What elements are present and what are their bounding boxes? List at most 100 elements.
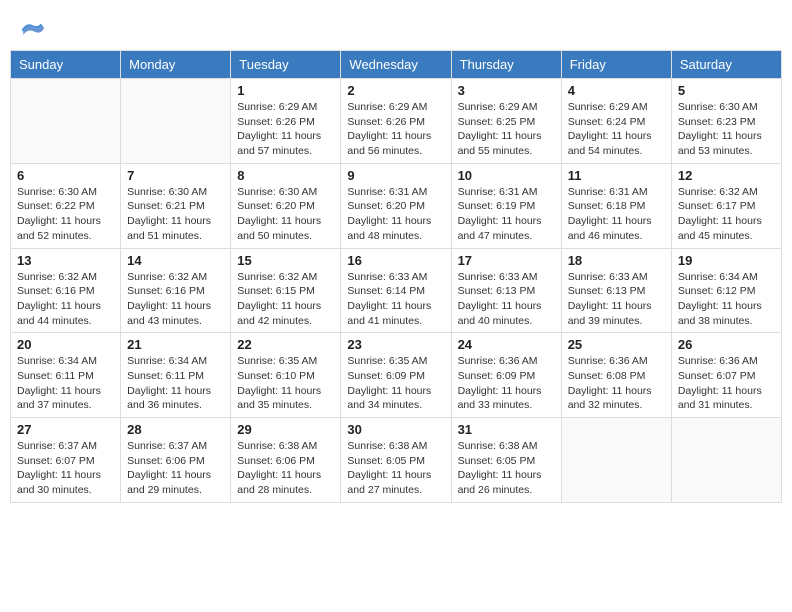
day-info: Sunrise: 6:38 AMSunset: 6:05 PMDaylight:… bbox=[458, 439, 555, 498]
day-number: 4 bbox=[568, 83, 665, 98]
day-info: Sunrise: 6:29 AMSunset: 6:25 PMDaylight:… bbox=[458, 100, 555, 159]
day-number: 6 bbox=[17, 168, 114, 183]
day-number: 24 bbox=[458, 337, 555, 352]
day-info: Sunrise: 6:32 AMSunset: 6:16 PMDaylight:… bbox=[17, 270, 114, 329]
day-info: Sunrise: 6:37 AMSunset: 6:07 PMDaylight:… bbox=[17, 439, 114, 498]
calendar-cell: 9Sunrise: 6:31 AMSunset: 6:20 PMDaylight… bbox=[341, 163, 451, 248]
day-info: Sunrise: 6:35 AMSunset: 6:10 PMDaylight:… bbox=[237, 354, 334, 413]
day-number: 16 bbox=[347, 253, 444, 268]
day-number: 19 bbox=[678, 253, 775, 268]
calendar-cell: 26 Sunrise: 6:36 AMSunset: 6:07 PMDayligh… bbox=[671, 333, 781, 418]
day-info: Sunrise: 6:31 AMSunset: 6:20 PMDaylight:… bbox=[347, 185, 444, 244]
calendar-cell: 7 Sunrise: 6:30 AMSunset: 6:21 PMDaylight… bbox=[121, 163, 231, 248]
day-number: 25 bbox=[568, 337, 665, 352]
calendar-cell: 10 Sunrise: 6:31 AMSunset: 6:19 PMDayligh… bbox=[451, 163, 561, 248]
day-number: 28 bbox=[127, 422, 224, 437]
calendar-cell bbox=[11, 79, 121, 164]
day-info: Sunrise: 6:32 AMSunset: 6:15 PMDaylight:… bbox=[237, 270, 334, 329]
day-number: 21 bbox=[127, 337, 224, 352]
calendar-cell: 17 Sunrise: 6:33 AMSunset: 6:13 PMDayligh… bbox=[451, 248, 561, 333]
calendar-cell: 15 Sunrise: 6:32 AMSunset: 6:15 PMDayligh… bbox=[231, 248, 341, 333]
day-number: 5 bbox=[678, 83, 775, 98]
calendar-cell: 3 Sunrise: 6:29 AMSunset: 6:25 PMDaylight… bbox=[451, 79, 561, 164]
day-info: Sunrise: 6:36 AMSunset: 6:07 PMDaylight:… bbox=[678, 354, 775, 413]
calendar-cell: 2 Sunrise: 6:29 AMSunset: 6:26 PMDaylight… bbox=[341, 79, 451, 164]
weekday-header: Sunday bbox=[11, 51, 121, 79]
day-number: 18 bbox=[568, 253, 665, 268]
day-number: 17 bbox=[458, 253, 555, 268]
day-info: Sunrise: 6:37 AMSunset: 6:06 PMDaylight:… bbox=[127, 439, 224, 498]
day-number: 11 bbox=[568, 168, 665, 183]
calendar-cell: 20 Sunrise: 6:34 AMSunset: 6:11 PMDayligh… bbox=[11, 333, 121, 418]
day-number: 20 bbox=[17, 337, 114, 352]
day-number: 12 bbox=[678, 168, 775, 183]
day-number: 2 bbox=[347, 83, 444, 98]
day-number: 8 bbox=[237, 168, 334, 183]
day-info: Sunrise: 6:34 AMSunset: 6:11 PMDaylight:… bbox=[127, 354, 224, 413]
calendar-cell: 30 Sunrise: 6:38 AMSunset: 6:05 PMDayligh… bbox=[341, 418, 451, 503]
day-number: 10 bbox=[458, 168, 555, 183]
day-info: Sunrise: 6:29 AMSunset: 6:24 PMDaylight:… bbox=[568, 100, 665, 159]
day-info: Sunrise: 6:30 AMSunset: 6:20 PMDaylight:… bbox=[237, 185, 334, 244]
calendar-cell bbox=[671, 418, 781, 503]
calendar-cell bbox=[561, 418, 671, 503]
calendar-cell: 1 Sunrise: 6:29 AMSunset: 6:26 PMDaylight… bbox=[231, 79, 341, 164]
calendar-cell: 29 Sunrise: 6:38 AMSunset: 6:06 PMDayligh… bbox=[231, 418, 341, 503]
logo-icon bbox=[20, 20, 44, 40]
weekday-header: Friday bbox=[561, 51, 671, 79]
calendar-cell: 23 Sunrise: 6:35 AMSunset: 6:09 PMDayligh… bbox=[341, 333, 451, 418]
day-number: 15 bbox=[237, 253, 334, 268]
day-number: 1 bbox=[237, 83, 334, 98]
calendar-cell: 14 Sunrise: 6:32 AMSunset: 6:16 PMDayligh… bbox=[121, 248, 231, 333]
calendar-cell: 11 Sunrise: 6:31 AMSunset: 6:18 PMDayligh… bbox=[561, 163, 671, 248]
day-info: Sunrise: 6:30 AMSunset: 6:23 PMDaylight:… bbox=[678, 100, 775, 159]
day-info: Sunrise: 6:30 AMSunset: 6:22 PMDaylight:… bbox=[17, 185, 114, 244]
calendar-cell: 19 Sunrise: 6:34 AMSunset: 6:12 PMDayligh… bbox=[671, 248, 781, 333]
calendar-cell: 31Sunrise: 6:38 AMSunset: 6:05 PMDayligh… bbox=[451, 418, 561, 503]
calendar-cell: 22 Sunrise: 6:35 AMSunset: 6:10 PMDayligh… bbox=[231, 333, 341, 418]
calendar-cell: 24 Sunrise: 6:36 AMSunset: 6:09 PMDayligh… bbox=[451, 333, 561, 418]
day-info: Sunrise: 6:32 AMSunset: 6:17 PMDaylight:… bbox=[678, 185, 775, 244]
day-number: 14 bbox=[127, 253, 224, 268]
day-info: Sunrise: 6:29 AMSunset: 6:26 PMDaylight:… bbox=[347, 100, 444, 159]
day-info: Sunrise: 6:36 AMSunset: 6:08 PMDaylight:… bbox=[568, 354, 665, 413]
day-number: 23 bbox=[347, 337, 444, 352]
day-info: Sunrise: 6:29 AMSunset: 6:26 PMDaylight:… bbox=[237, 100, 334, 159]
calendar-cell: 12 Sunrise: 6:32 AMSunset: 6:17 PMDayligh… bbox=[671, 163, 781, 248]
weekday-header: Saturday bbox=[671, 51, 781, 79]
day-number: 26 bbox=[678, 337, 775, 352]
calendar-cell: 13Sunrise: 6:32 AMSunset: 6:16 PMDayligh… bbox=[11, 248, 121, 333]
calendar-cell: 8 Sunrise: 6:30 AMSunset: 6:20 PMDaylight… bbox=[231, 163, 341, 248]
calendar-table: SundayMondayTuesdayWednesdayThursdayFrid… bbox=[10, 50, 782, 503]
day-info: Sunrise: 6:38 AMSunset: 6:05 PMDaylight:… bbox=[347, 439, 444, 498]
day-number: 3 bbox=[458, 83, 555, 98]
day-info: Sunrise: 6:31 AMSunset: 6:18 PMDaylight:… bbox=[568, 185, 665, 244]
calendar-cell: 21 Sunrise: 6:34 AMSunset: 6:11 PMDayligh… bbox=[121, 333, 231, 418]
day-number: 29 bbox=[237, 422, 334, 437]
day-info: Sunrise: 6:32 AMSunset: 6:16 PMDaylight:… bbox=[127, 270, 224, 329]
day-number: 22 bbox=[237, 337, 334, 352]
day-info: Sunrise: 6:38 AMSunset: 6:06 PMDaylight:… bbox=[237, 439, 334, 498]
calendar-cell bbox=[121, 79, 231, 164]
day-info: Sunrise: 6:35 AMSunset: 6:09 PMDaylight:… bbox=[347, 354, 444, 413]
calendar-cell: 27 Sunrise: 6:37 AMSunset: 6:07 PMDayligh… bbox=[11, 418, 121, 503]
day-info: Sunrise: 6:34 AMSunset: 6:12 PMDaylight:… bbox=[678, 270, 775, 329]
day-info: Sunrise: 6:30 AMSunset: 6:21 PMDaylight:… bbox=[127, 185, 224, 244]
day-number: 27 bbox=[17, 422, 114, 437]
calendar-cell: 5 Sunrise: 6:30 AMSunset: 6:23 PMDaylight… bbox=[671, 79, 781, 164]
day-info: Sunrise: 6:33 AMSunset: 6:13 PMDaylight:… bbox=[568, 270, 665, 329]
calendar-cell: 18 Sunrise: 6:33 AMSunset: 6:13 PMDayligh… bbox=[561, 248, 671, 333]
weekday-header: Thursday bbox=[451, 51, 561, 79]
day-info: Sunrise: 6:36 AMSunset: 6:09 PMDaylight:… bbox=[458, 354, 555, 413]
calendar-cell: 4 Sunrise: 6:29 AMSunset: 6:24 PMDaylight… bbox=[561, 79, 671, 164]
day-info: Sunrise: 6:31 AMSunset: 6:19 PMDaylight:… bbox=[458, 185, 555, 244]
day-info: Sunrise: 6:34 AMSunset: 6:11 PMDaylight:… bbox=[17, 354, 114, 413]
weekday-header: Monday bbox=[121, 51, 231, 79]
calendar-cell: 28 Sunrise: 6:37 AMSunset: 6:06 PMDayligh… bbox=[121, 418, 231, 503]
day-number: 7 bbox=[127, 168, 224, 183]
weekday-header: Tuesday bbox=[231, 51, 341, 79]
day-number: 30 bbox=[347, 422, 444, 437]
day-info: Sunrise: 6:33 AMSunset: 6:14 PMDaylight:… bbox=[347, 270, 444, 329]
calendar-cell: 16 Sunrise: 6:33 AMSunset: 6:14 PMDayligh… bbox=[341, 248, 451, 333]
day-info: Sunrise: 6:33 AMSunset: 6:13 PMDaylight:… bbox=[458, 270, 555, 329]
